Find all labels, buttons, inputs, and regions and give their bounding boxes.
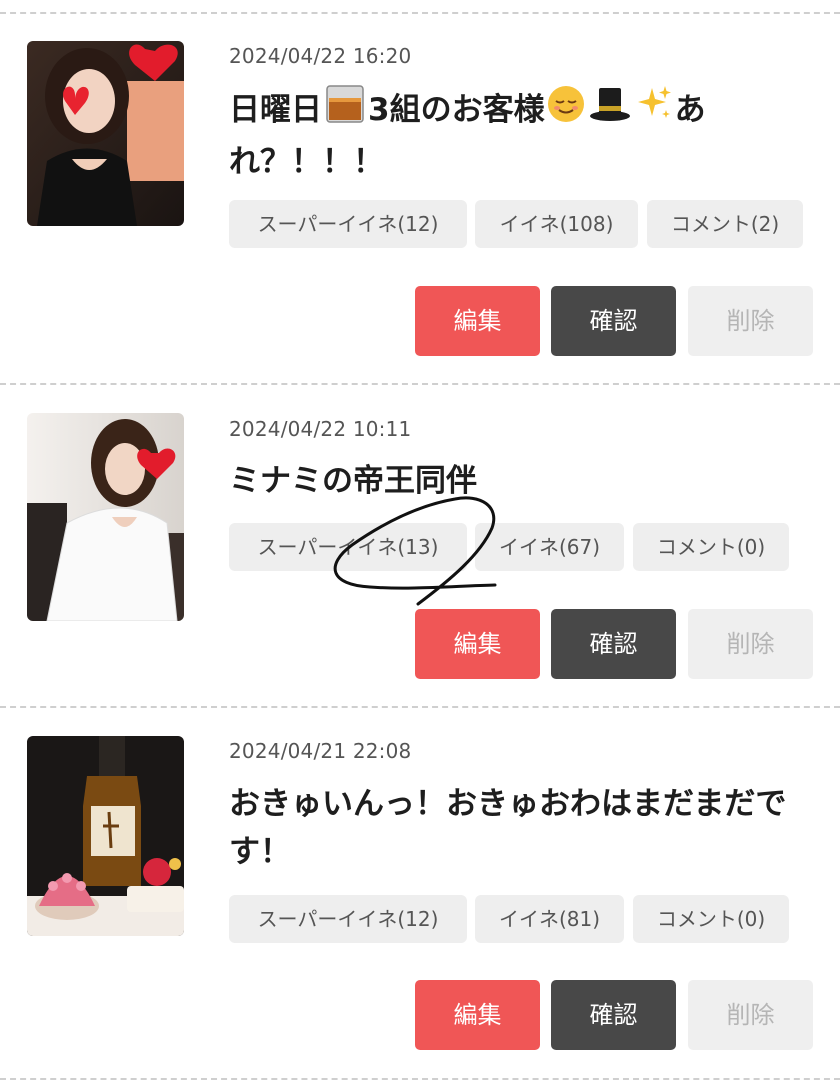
super-like-count[interactable]: スーパーイイネ(12) [229,895,467,943]
thumbnail-image [27,413,184,621]
post-date: 2024/04/21 22:08 [229,739,412,763]
post-date: 2024/04/22 10:11 [229,417,412,441]
confirm-button[interactable]: 確認 [551,980,676,1050]
delete-button[interactable]: 削除 [688,609,813,679]
delete-button[interactable]: 削除 [688,980,813,1050]
comment-count[interactable]: コメント(0) [633,895,789,943]
comment-count[interactable]: コメント(0) [633,523,789,571]
post-title[interactable]: 日曜日 3組のお客様 あれ？！！！ [229,84,789,186]
sparkles-icon [634,84,674,138]
edit-button[interactable]: 編集 [415,286,540,356]
divider [0,12,840,14]
post-title[interactable]: ミナミの帝王同伴 [229,457,789,505]
relieved-face-icon [546,84,586,138]
post-thumbnail[interactable] [27,413,184,621]
post-date: 2024/04/22 16:20 [229,44,412,68]
confirm-button[interactable]: 確認 [551,286,676,356]
post-thumbnail[interactable] [27,41,184,226]
edit-button[interactable]: 編集 [415,609,540,679]
whisky-glass-icon [323,84,367,138]
thumbnail-image [27,736,184,936]
like-count[interactable]: イイネ(67) [475,523,624,571]
post-thumbnail[interactable] [27,736,184,936]
like-count[interactable]: イイネ(81) [475,895,624,943]
divider [0,706,840,708]
like-count[interactable]: イイネ(108) [475,200,638,248]
thumbnail-image [27,41,184,226]
top-hat-icon [588,84,632,138]
delete-button[interactable]: 削除 [688,286,813,356]
super-like-count[interactable]: スーパーイイネ(13) [229,523,467,571]
confirm-button[interactable]: 確認 [551,609,676,679]
super-like-count[interactable]: スーパーイイネ(12) [229,200,467,248]
title-text: 3組のお客様 [368,92,545,128]
edit-button[interactable]: 編集 [415,980,540,1050]
title-text: 日曜日 [229,92,322,128]
divider [0,1078,840,1080]
divider [0,383,840,385]
comment-count[interactable]: コメント(2) [647,200,803,248]
post-title[interactable]: おきゅいんっ！おきゅおわはまだまだです！ [229,780,789,876]
